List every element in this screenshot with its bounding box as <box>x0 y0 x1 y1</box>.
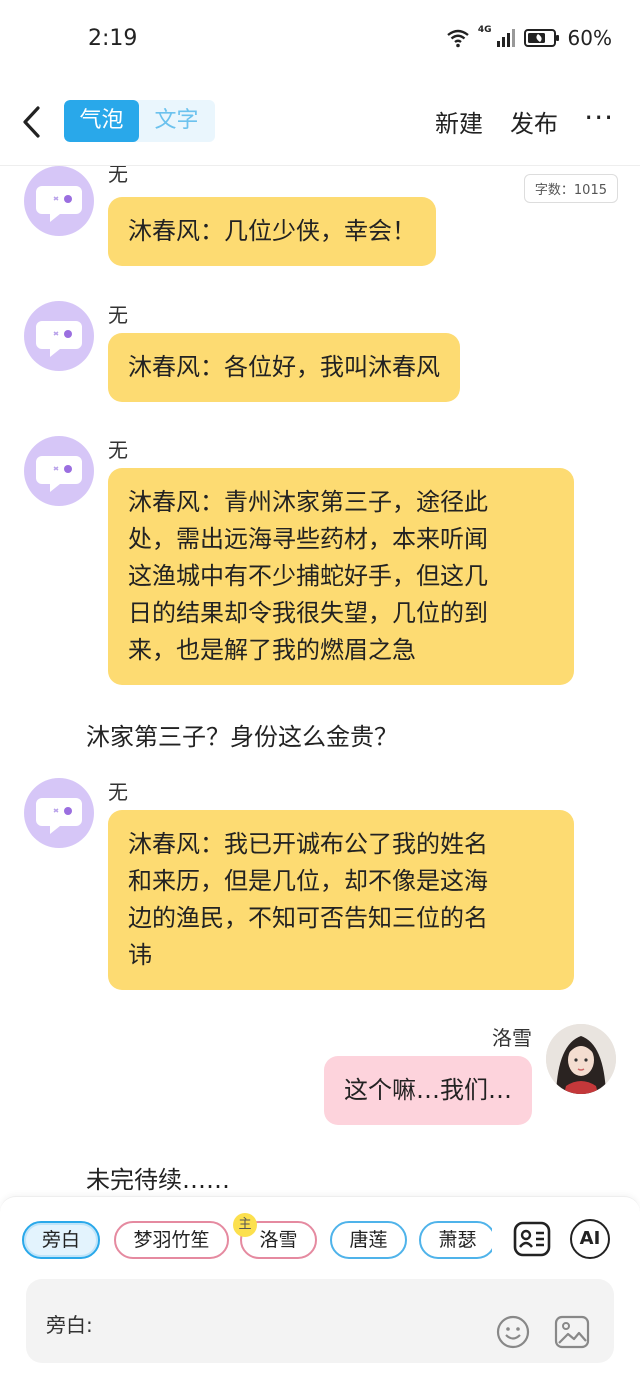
status-bar: 2:19 4G 60% <box>0 0 640 80</box>
status-right: 4G 60% <box>446 25 612 50</box>
publish-button[interactable]: 发布 <box>510 104 558 139</box>
message-bubble[interactable]: 沐春风：青州沐家第三子，途径此 处，需出远海寻些药材，本来听闻 这渔城中有不少捕… <box>108 468 574 685</box>
message-line: 边的渔民，不知可否告知三位的名 <box>128 904 488 932</box>
message-bubble[interactable]: 沐春风：各位好，我叫沐春风 <box>108 333 460 402</box>
message-bubble[interactable]: 沐春风：几位少侠，幸会！ <box>108 197 436 266</box>
wifi-icon <box>447 29 469 48</box>
battery-icon <box>523 29 559 47</box>
top-navigation-bar: 气泡 文字 新建 发布 ··· <box>0 80 640 166</box>
avatar[interactable] <box>24 436 94 506</box>
message-line: 沐春风：我已开诚布公了我的姓名 <box>128 830 488 858</box>
role-chip-narrator[interactable]: 旁白 <box>22 1221 100 1259</box>
view-mode-toggle: 气泡 文字 <box>64 100 215 142</box>
speech-bubble-face-icon <box>36 321 82 357</box>
input-role-label: 旁白: <box>46 1313 93 1337</box>
avatar[interactable] <box>24 166 94 236</box>
user-avatar[interactable] <box>546 1024 616 1094</box>
message-line: 处，需出远海寻些药材，本来听闻 <box>128 525 488 553</box>
speech-bubble-face-icon <box>36 186 82 222</box>
signal-icon <box>496 29 515 47</box>
main-role-badge: 主 <box>233 1213 257 1237</box>
user-message-bubble[interactable]: 这个嘛…我们… <box>324 1056 532 1125</box>
speaker-name: 无 <box>108 303 128 327</box>
role-chip[interactable]: 萧瑟 <box>419 1221 492 1259</box>
role-chip[interactable]: 梦羽竹笙 <box>114 1221 229 1259</box>
network-type: 4G <box>477 25 492 35</box>
composer-panel: 旁白 梦羽竹笙 洛雪 唐莲 萧瑟 主 AI 旁白: <box>0 1196 640 1387</box>
message-line: 沐春风：青州沐家第三子，途径此 <box>128 488 488 516</box>
message-line: 来，也是解了我的燃眉之急 <box>128 636 416 664</box>
avatar[interactable] <box>24 778 94 848</box>
role-selector: 旁白 梦羽竹笙 洛雪 唐莲 萧瑟 <box>22 1221 492 1261</box>
portrait-image <box>546 1024 616 1094</box>
narration-text[interactable]: 未完待续…… <box>86 1160 230 1195</box>
speaker-name: 无 <box>108 780 128 804</box>
emoji-icon[interactable] <box>496 1315 530 1349</box>
character-card-icon[interactable] <box>512 1219 552 1259</box>
ai-button[interactable]: AI <box>570 1219 610 1259</box>
speech-bubble-face-icon <box>36 456 82 492</box>
speaker-name: 洛雪 <box>492 1026 532 1050</box>
new-button[interactable]: 新建 <box>435 104 483 139</box>
speech-bubble-face-icon <box>36 798 82 834</box>
more-options-button[interactable]: ··· <box>584 104 614 132</box>
tab-bubble[interactable]: 气泡 <box>64 100 139 142</box>
battery-percent: 60% <box>567 26 612 50</box>
message-bubble[interactable]: 沐春风：我已开诚布公了我的姓名 和来历，但是几位，却不像是这海 边的渔民，不知可… <box>108 810 574 990</box>
narration-text[interactable]: 沐家第三子？身份这么金贵？ <box>86 717 398 752</box>
tab-text[interactable]: 文字 <box>139 100 214 142</box>
message-line: 和来历，但是几位，却不像是这海 <box>128 867 488 895</box>
speaker-name: 无 <box>108 166 128 186</box>
role-chip[interactable]: 唐莲 <box>330 1221 407 1259</box>
chat-thread[interactable]: 字数：1015 无 沐春风：几位少侠，幸会！ 无 沐春风：各位好，我叫沐春风 无… <box>0 166 640 1196</box>
avatar[interactable] <box>24 301 94 371</box>
message-line: 日的结果却令我很失望，几位的到 <box>128 599 488 627</box>
image-icon[interactable] <box>554 1315 590 1349</box>
status-time: 2:19 <box>88 26 138 51</box>
message-input[interactable]: 旁白: <box>26 1279 614 1363</box>
back-arrow-icon[interactable] <box>18 102 48 142</box>
message-line: 讳 <box>128 941 152 969</box>
speaker-name: 无 <box>108 438 128 462</box>
word-count-badge: 字数：1015 <box>523 174 618 203</box>
message-line: 这渔城中有不少捕蛇好手，但这几 <box>128 562 488 590</box>
